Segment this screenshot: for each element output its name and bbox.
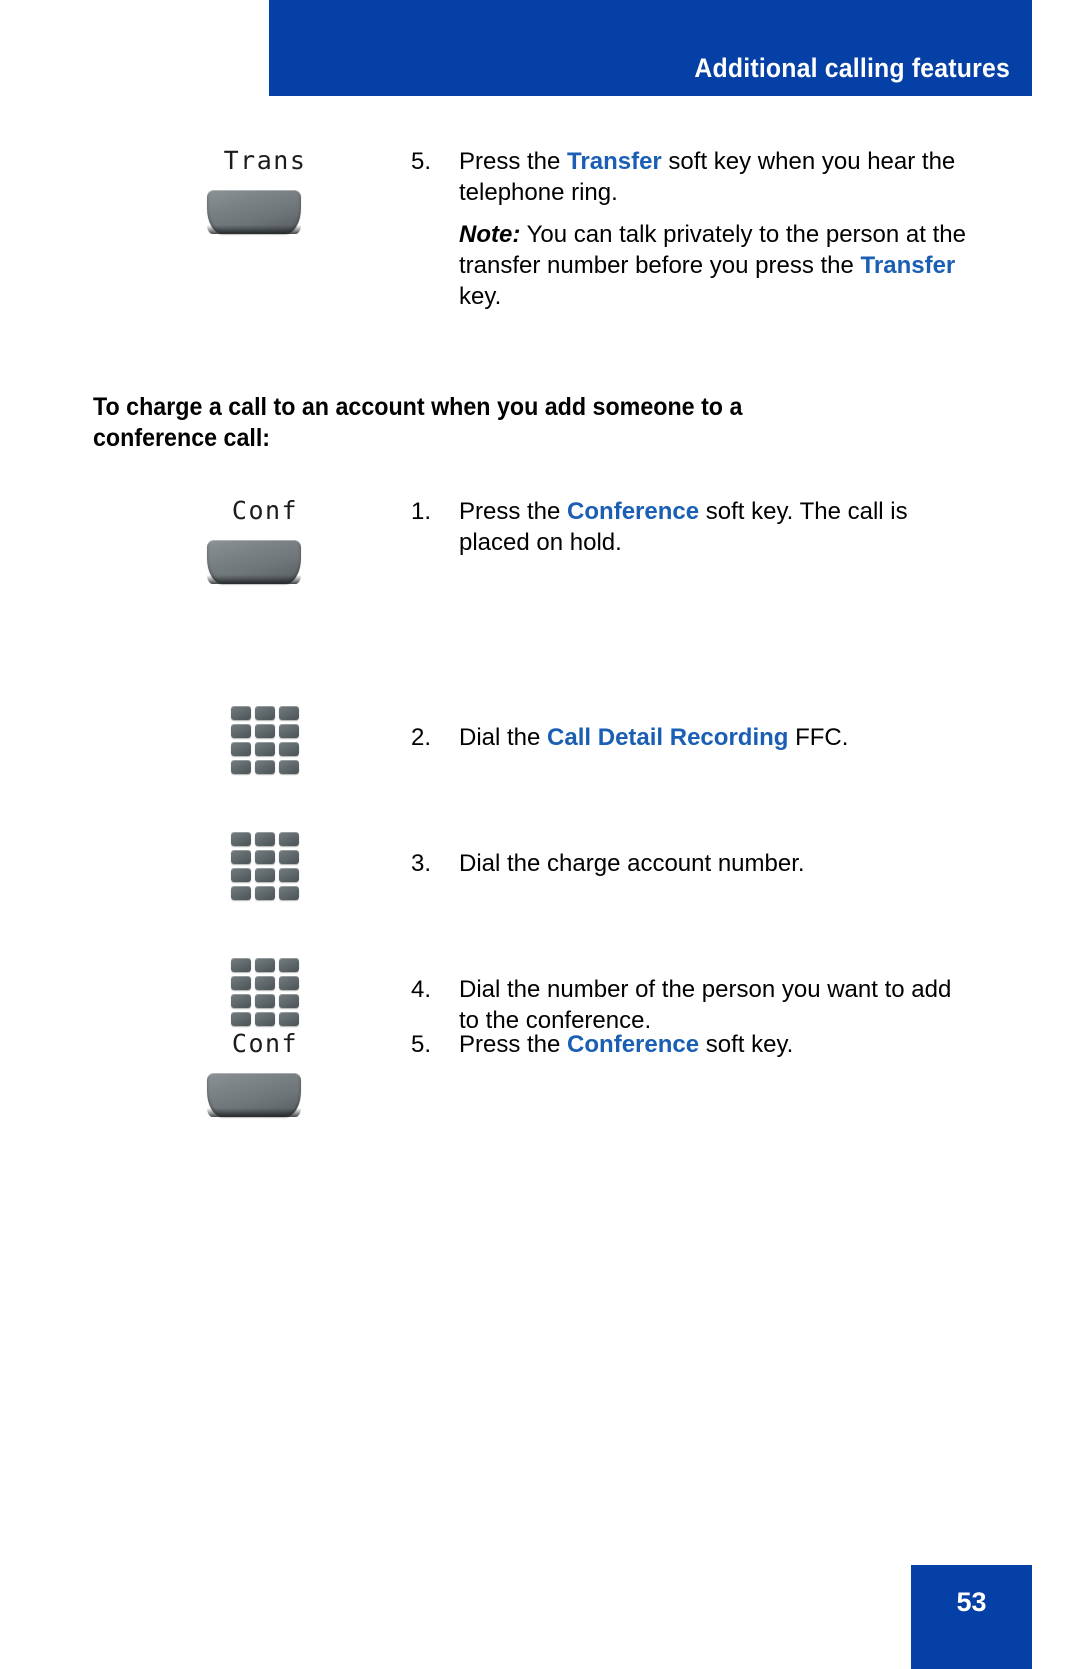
step-keyword: Call Detail Recording	[547, 724, 789, 751]
softkey-graphic-trans: Trans	[150, 146, 380, 250]
keypad-key[interactable]	[279, 958, 299, 972]
step-text-after: soft key.	[699, 1031, 794, 1058]
keypad-graphic	[150, 706, 380, 780]
step-instruction: Press the Conference soft key. The call …	[459, 496, 971, 558]
note-text-after: key.	[459, 283, 502, 310]
step-number: 5.	[411, 1031, 432, 1058]
step-instruction: Dial the number of the person you want t…	[459, 974, 971, 1036]
softkey-button-icon[interactable]	[207, 1073, 301, 1117]
keypad-key[interactable]	[231, 868, 251, 882]
keypad-key[interactable]	[255, 868, 275, 882]
step-text-before: Press the	[459, 1031, 568, 1058]
step-icon-cell: Trans	[150, 146, 380, 250]
keypad-key[interactable]	[231, 832, 251, 846]
keypad-key[interactable]	[255, 886, 275, 900]
keypad-key[interactable]	[279, 760, 299, 774]
keypad-key[interactable]	[255, 706, 275, 720]
note-label: Note:	[459, 221, 521, 248]
keypad-key[interactable]	[279, 850, 299, 864]
step-instruction: Dial the Call Detail Recording FFC.	[459, 722, 971, 753]
step-text-cell: 3. Dial the charge account number.	[411, 848, 971, 879]
keypad-key[interactable]	[231, 850, 251, 864]
step-number: 5.	[411, 148, 432, 175]
step-number: 4.	[411, 976, 432, 1003]
step-icon-cell	[150, 706, 380, 780]
keypad-key[interactable]	[231, 976, 251, 990]
keypad-key[interactable]	[255, 742, 275, 756]
keypad-key[interactable]	[255, 850, 275, 864]
step-text-before: Dial the charge account number.	[459, 850, 805, 877]
step-text-before: Dial the	[459, 724, 548, 751]
keypad-grid[interactable]	[231, 958, 299, 1026]
step-text-after: FFC.	[788, 724, 849, 751]
keypad-key[interactable]	[255, 760, 275, 774]
page-number-box: 53	[911, 1565, 1032, 1669]
softkey-graphic-conf: Conf	[150, 1029, 380, 1133]
page-number: 53	[956, 1587, 987, 1617]
page-header-banner: Additional calling features	[269, 0, 1032, 96]
keypad-graphic	[150, 832, 380, 906]
step-number: 3.	[411, 850, 432, 877]
step-text-before: Press the	[459, 498, 568, 525]
keypad-key[interactable]	[279, 994, 299, 1008]
keypad-key[interactable]	[279, 976, 299, 990]
step-icon-cell: Conf	[150, 1029, 380, 1133]
step-icon-cell	[150, 958, 380, 1032]
keypad-key[interactable]	[231, 760, 251, 774]
page-title: Additional calling features	[694, 53, 1010, 83]
keypad-key[interactable]	[255, 832, 275, 846]
keypad-key[interactable]	[255, 958, 275, 972]
keypad-key[interactable]	[279, 742, 299, 756]
keypad-grid[interactable]	[231, 706, 299, 774]
keypad-key[interactable]	[231, 994, 251, 1008]
step-text-cell: 4. Dial the number of the person you wan…	[411, 974, 971, 1036]
keypad-key[interactable]	[231, 958, 251, 972]
step-number: 2.	[411, 724, 432, 751]
page-content: Trans 5. Press the Transfer soft key whe…	[0, 96, 1080, 1669]
softkey-label: Trans	[223, 146, 307, 175]
softkey-graphic-conf: Conf	[150, 496, 380, 600]
keypad-key[interactable]	[255, 976, 275, 990]
step-text-cell: 1. Press the Conference soft key. The ca…	[411, 496, 971, 558]
step-text-before: Dial the number of the person you want t…	[459, 976, 952, 1034]
keypad-key[interactable]	[279, 706, 299, 720]
keypad-key[interactable]	[279, 886, 299, 900]
step-text-cell: 5. Press the Transfer soft key when you …	[411, 146, 971, 312]
keypad-key[interactable]	[279, 724, 299, 738]
step-icon-cell: Conf	[150, 496, 380, 600]
step-keyword: Transfer	[567, 148, 662, 175]
softkey-label: Conf	[231, 496, 299, 525]
keypad-key[interactable]	[231, 706, 251, 720]
step-instruction: Dial the charge account number.	[459, 848, 971, 879]
step-icon-cell	[150, 832, 380, 906]
keypad-key[interactable]	[255, 994, 275, 1008]
softkey-button-icon[interactable]	[207, 540, 301, 584]
softkey-label: Conf	[231, 1029, 299, 1058]
keypad-key[interactable]	[255, 724, 275, 738]
step-instruction: Press the Transfer soft key when you hea…	[459, 146, 971, 208]
keypad-key[interactable]	[231, 742, 251, 756]
step-text-cell: 2. Dial the Call Detail Recording FFC.	[411, 722, 971, 753]
keypad-key[interactable]	[279, 1012, 299, 1026]
keypad-key[interactable]	[279, 832, 299, 846]
keypad-graphic	[150, 958, 380, 1032]
softkey-button-icon[interactable]	[207, 190, 301, 234]
keypad-key[interactable]	[255, 1012, 275, 1026]
step-text-cell: 5. Press the Conference soft key.	[411, 1029, 971, 1060]
step-note: Note: You can talk privately to the pers…	[459, 219, 971, 312]
keypad-key[interactable]	[231, 1012, 251, 1026]
step-number: 1.	[411, 498, 432, 525]
keypad-key[interactable]	[279, 868, 299, 882]
section-heading: To charge a call to an account when you …	[93, 393, 743, 452]
step-keyword: Conference	[567, 498, 700, 525]
step-instruction: Press the Conference soft key.	[459, 1029, 971, 1060]
step-keyword: Conference	[567, 1031, 700, 1058]
keypad-key[interactable]	[231, 724, 251, 738]
note-keyword: Transfer	[860, 252, 956, 279]
keypad-grid[interactable]	[231, 832, 299, 900]
step-text-before: Press the	[459, 148, 568, 175]
keypad-key[interactable]	[231, 886, 251, 900]
